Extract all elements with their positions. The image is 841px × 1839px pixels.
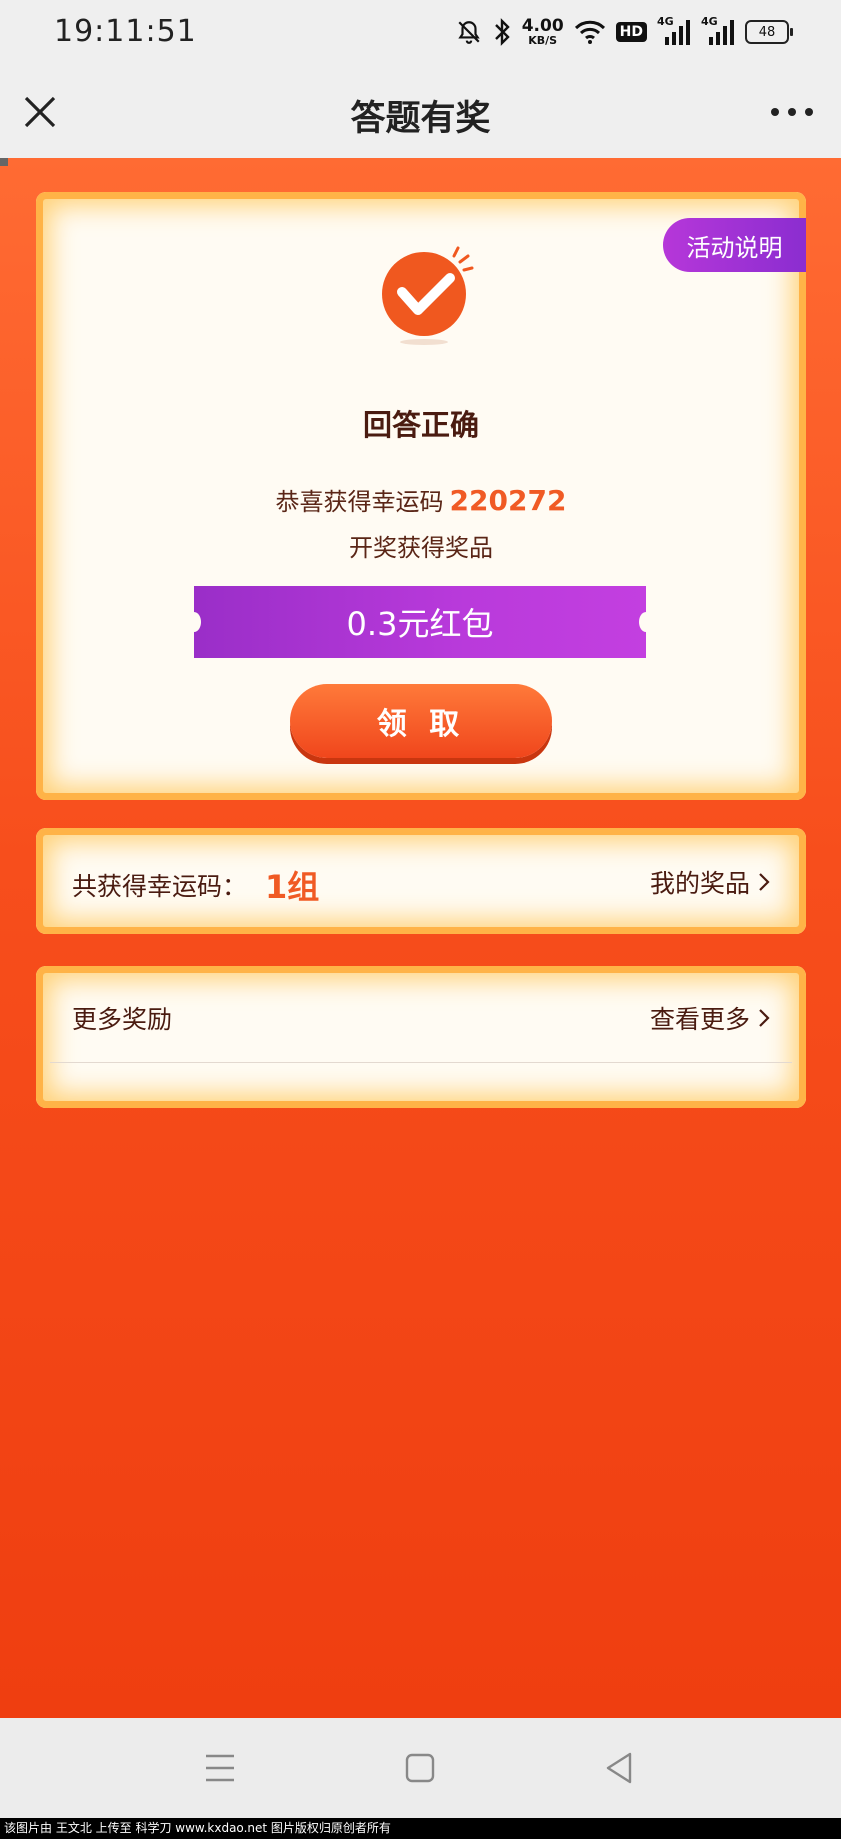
signal-icon-1: 4G bbox=[657, 15, 691, 47]
bluetooth-icon bbox=[492, 18, 512, 46]
my-prizes-link[interactable]: 我的奖品 bbox=[650, 864, 770, 900]
prize-ticket: 0.3元红包 bbox=[187, 586, 653, 658]
draw-text: 开奖获得奖品 bbox=[349, 534, 493, 562]
result-title: 回答正确 bbox=[362, 408, 479, 442]
result-card: 活动说明 回答正确 恭喜获得幸运码 220272 开奖获得奖品 0.3元红包 领 … bbox=[36, 192, 806, 800]
watermark-text: 该图片由 王文北 上传至 科学刀 www.kxdao.net 图片版权归原创者所… bbox=[0, 1818, 841, 1839]
main-content: 活动说明 回答正确 恭喜获得幸运码 220272 开奖获得奖品 0.3元红包 领 … bbox=[0, 158, 841, 1718]
net-speed: 4.00 KB/S bbox=[521, 16, 564, 47]
signal-icon-2: 4G bbox=[701, 15, 735, 47]
congrats-text: 恭喜获得幸运码 bbox=[275, 488, 444, 516]
view-more-label: 查看更多 bbox=[649, 1005, 750, 1034]
prize-label: 0.3元红包 bbox=[346, 605, 494, 643]
signal-label-2: 4G bbox=[701, 15, 718, 28]
signal-label-1: 4G bbox=[657, 15, 674, 28]
status-bar: 19:11:51 4.00 KB/S HD 4G 4G 48 bbox=[0, 0, 841, 66]
lucky-code: 220272 bbox=[449, 484, 567, 517]
home-icon[interactable] bbox=[400, 1748, 440, 1788]
my-prizes-label: 我的奖品 bbox=[649, 869, 750, 898]
lucky-count-value: 1组 bbox=[265, 868, 320, 906]
lucky-count-row: 共获得幸运码： 1组 bbox=[72, 862, 319, 908]
more-options-icon[interactable] bbox=[771, 94, 813, 130]
menu-icon[interactable] bbox=[200, 1748, 240, 1788]
battery-icon: 48 bbox=[745, 20, 793, 44]
activity-info-button[interactable]: 活动说明 bbox=[663, 218, 806, 272]
view-more-link[interactable]: 查看更多 bbox=[650, 1000, 770, 1036]
claim-button[interactable]: 领 取 bbox=[290, 684, 552, 758]
wifi-icon bbox=[574, 19, 606, 45]
status-time: 19:11:51 bbox=[54, 14, 197, 49]
chevron-right-icon bbox=[759, 1009, 770, 1027]
divider bbox=[50, 1062, 792, 1063]
net-speed-value: 4.00 bbox=[521, 16, 564, 36]
status-icons: 4.00 KB/S HD 4G 4G 48 bbox=[456, 14, 793, 50]
nav-bar: 答题有奖 bbox=[0, 66, 841, 158]
more-rewards-label: 更多奖励 bbox=[72, 1005, 173, 1034]
hd-badge: HD bbox=[615, 22, 647, 42]
chevron-right-icon bbox=[759, 873, 770, 891]
congrats-line: 恭喜获得幸运码 220272 bbox=[36, 482, 806, 517]
page-title: 答题有奖 bbox=[350, 99, 491, 139]
more-rewards-card: 更多奖励 查看更多 bbox=[36, 966, 806, 1108]
back-icon[interactable] bbox=[600, 1748, 640, 1788]
lucky-count-label: 共获得幸运码： bbox=[72, 872, 248, 901]
check-success-icon bbox=[374, 242, 484, 352]
system-nav-bar bbox=[0, 1718, 841, 1818]
corner-mark bbox=[0, 158, 8, 166]
lucky-code-card: 共获得幸运码： 1组 我的奖品 bbox=[36, 828, 806, 934]
ticket-notch-right bbox=[639, 612, 653, 632]
ticket-notch-left bbox=[187, 612, 201, 632]
net-speed-unit: KB/S bbox=[528, 34, 558, 47]
bell-off-icon bbox=[456, 19, 482, 45]
